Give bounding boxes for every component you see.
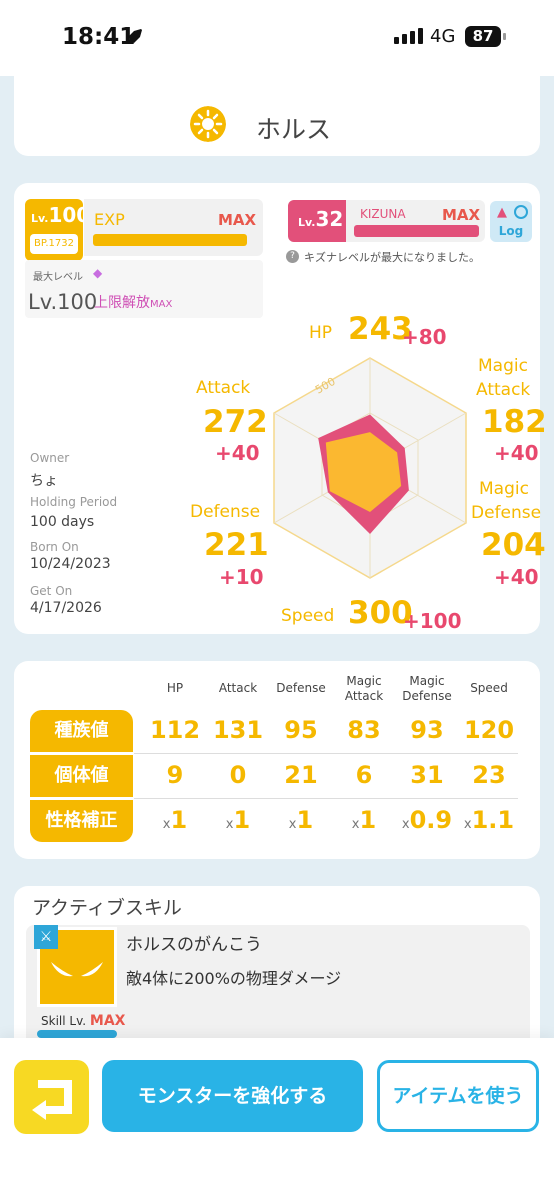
skill-section-title: アクティブスキル bbox=[32, 897, 182, 919]
table-header-magic-attack: Magic Attack bbox=[344, 674, 384, 703]
table-cell: 83 bbox=[347, 716, 381, 744]
kizuna-label: KIZUNA bbox=[360, 207, 406, 221]
table-cell: x1 bbox=[288, 806, 314, 834]
magic-defense-label-1: Magic bbox=[479, 479, 529, 499]
hp-bonus: +80 bbox=[402, 325, 447, 349]
clock-icon bbox=[514, 205, 528, 219]
back-button[interactable] bbox=[14, 1060, 89, 1134]
max-level-label: 最大レベル bbox=[33, 272, 83, 283]
rocket-icon bbox=[127, 29, 142, 44]
enhance-monster-button[interactable]: モンスターを強化する bbox=[102, 1060, 363, 1132]
help-icon[interactable]: ? bbox=[286, 250, 299, 263]
magic-defense-bonus: +40 bbox=[494, 565, 539, 589]
table-cell: 21 bbox=[284, 761, 318, 789]
magic-attack-bonus: +40 bbox=[494, 441, 539, 465]
back-arrow-icon bbox=[32, 1080, 72, 1120]
table-cell: x0.9 bbox=[401, 806, 453, 834]
table-cell: x1.1 bbox=[463, 806, 515, 834]
status-bar: 18:41 4G 87 bbox=[0, 0, 554, 76]
gem-icon: ◆ bbox=[93, 266, 103, 280]
home-up-icon: ▲ bbox=[497, 205, 507, 220]
table-cell: 23 bbox=[472, 761, 506, 789]
table-cell: 112 bbox=[149, 716, 201, 744]
get-on-value: 4/17/2026 bbox=[30, 600, 102, 616]
owner-value: ちょ bbox=[30, 473, 58, 489]
table-cell: x1 bbox=[225, 806, 251, 834]
get-on-label: Get On bbox=[30, 584, 73, 598]
table-header-speed: Speed bbox=[470, 681, 508, 695]
eyes-icon bbox=[51, 962, 103, 977]
magic-defense-label-2: Defense bbox=[471, 503, 542, 523]
exp-max-label: MAX bbox=[218, 211, 257, 229]
signal-icon bbox=[394, 28, 423, 44]
sun-element-icon bbox=[190, 106, 226, 142]
skill-level-bar bbox=[37, 1030, 117, 1038]
attack-bonus: +40 bbox=[215, 441, 260, 465]
kizuna-level-badge: Lv.32 bbox=[288, 200, 346, 242]
speed-bonus: +100 bbox=[403, 609, 462, 633]
table-cell: x1 bbox=[162, 806, 188, 834]
defense-bonus: +10 bbox=[219, 565, 264, 589]
sword-icon: ⚔ bbox=[34, 925, 58, 949]
magic-attack-label-2: Attack bbox=[476, 380, 531, 400]
owner-label: Owner bbox=[30, 451, 70, 465]
table-header-hp: HP bbox=[166, 681, 184, 695]
skill-description: 敵4体に200%の物理ダメージ bbox=[126, 969, 342, 988]
table-cell: 9 bbox=[166, 761, 184, 789]
kizuna-max-label: MAX bbox=[442, 206, 481, 224]
table-header-attack: Attack bbox=[218, 681, 258, 695]
network-type: 4G bbox=[430, 26, 456, 47]
defense-value: 221 bbox=[204, 527, 269, 563]
monster-name: ホルス bbox=[256, 115, 332, 144]
kizuna-max-message: キズナレベルが最大になりました。 bbox=[304, 251, 480, 264]
use-item-button[interactable]: アイテムを使う bbox=[377, 1060, 539, 1132]
holding-period-value: 100 days bbox=[30, 514, 95, 530]
table-cell: 120 bbox=[463, 716, 515, 744]
row-label-base-stats: 種族値 bbox=[30, 710, 133, 752]
attack-value: 272 bbox=[203, 404, 268, 440]
table-divider bbox=[134, 798, 518, 799]
magic-defense-value: 204 bbox=[481, 527, 546, 563]
max-level-value: Lv.100 bbox=[28, 290, 98, 314]
magic-attack-value: 182 bbox=[482, 404, 547, 440]
table-header-defense: Defense bbox=[276, 681, 326, 695]
table-cell: 0 bbox=[229, 761, 247, 789]
attack-label: Attack bbox=[196, 378, 251, 398]
row-label-nature: 性格補正 bbox=[30, 800, 133, 842]
table-cell: 95 bbox=[284, 716, 318, 744]
speed-label: Speed bbox=[281, 606, 335, 626]
row-label-iv: 個体値 bbox=[30, 755, 133, 797]
table-cell: 31 bbox=[410, 761, 444, 789]
table-cell: 93 bbox=[410, 716, 444, 744]
bp-value: BP.1732 bbox=[30, 234, 78, 254]
stat-radar-chart: 500 bbox=[273, 357, 467, 579]
table-cell: 6 bbox=[355, 761, 373, 789]
born-on-label: Born On bbox=[30, 540, 79, 554]
born-on-value: 10/24/2023 bbox=[30, 556, 111, 572]
magic-attack-label-1: Magic bbox=[478, 356, 528, 376]
kizuna-progress-bar bbox=[354, 225, 479, 237]
battery-icon: 87 bbox=[465, 26, 506, 47]
table-header-magic-defense: Magic Defense bbox=[402, 674, 452, 703]
holding-period-label: Holding Period bbox=[30, 495, 118, 509]
table-cell: 131 bbox=[212, 716, 264, 744]
table-cell: x1 bbox=[351, 806, 377, 834]
hp-label: HP bbox=[309, 323, 333, 343]
level-badge: Lv.100 BP.1732 bbox=[25, 199, 90, 261]
exp-progress-bar bbox=[93, 234, 247, 246]
defense-label: Defense bbox=[190, 502, 261, 522]
table-divider bbox=[134, 753, 518, 754]
exp-label: EXP bbox=[94, 210, 125, 229]
skill-name: ホルスのがんこう bbox=[126, 935, 262, 955]
skill-level-label: Skill Lv. MAX bbox=[41, 1013, 126, 1029]
limit-break-label: 上限解放MAX bbox=[94, 295, 173, 311]
